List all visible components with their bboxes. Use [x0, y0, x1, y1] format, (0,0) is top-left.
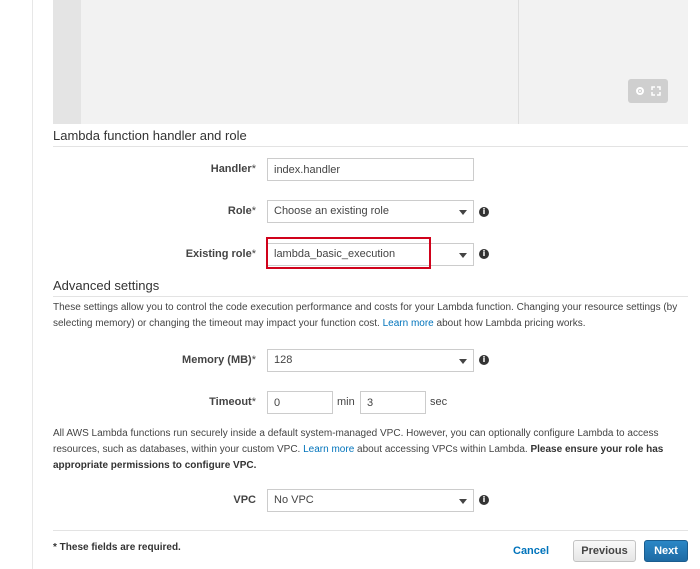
section-divider	[53, 296, 688, 297]
timeout-label: Timeout*	[0, 396, 256, 408]
cancel-button[interactable]: Cancel	[513, 545, 549, 557]
learn-more-pricing-link[interactable]: Learn more	[383, 318, 434, 329]
info-icon[interactable]: i	[479, 355, 489, 365]
vpc-description: All AWS Lambda functions run securely in…	[53, 426, 693, 474]
caret-down-icon	[459, 210, 467, 215]
previous-button[interactable]: Previous	[573, 540, 636, 562]
timeout-label-text: Timeout	[209, 396, 252, 408]
vpc-label: VPC	[233, 494, 256, 506]
existing-role-label: Existing role*	[0, 248, 256, 260]
role-label-text: Role	[227, 205, 252, 217]
memory-label: Memory (MB)*	[0, 354, 256, 366]
memory-select[interactable]: 128	[267, 349, 474, 372]
section-title-handler-role: Lambda function handler and role	[53, 128, 247, 143]
caret-down-icon	[459, 253, 467, 258]
vpc-select-value: No VPC	[274, 494, 314, 506]
required-mark: *	[251, 396, 256, 408]
caret-down-icon	[459, 499, 467, 504]
handler-label: Handler*	[0, 163, 256, 175]
role-select-value: Choose an existing role	[274, 205, 389, 217]
required-mark: *	[251, 354, 256, 366]
learn-more-vpc-link[interactable]: Learn more	[303, 444, 354, 455]
info-icon[interactable]: i	[479, 249, 489, 259]
info-icon[interactable]: i	[479, 207, 489, 217]
timeout-minutes-input[interactable]	[267, 391, 333, 414]
role-label: Role*	[0, 205, 256, 217]
existing-role-label-text: Existing role	[185, 248, 252, 260]
vpc-description-text-end: about accessing VPCs within Lambda.	[354, 444, 531, 455]
next-button[interactable]: Next	[644, 540, 688, 562]
editor-divider	[518, 0, 519, 124]
memory-label-text: Memory (MB)	[182, 354, 252, 366]
section-divider	[53, 146, 688, 147]
timeout-seconds-input[interactable]	[360, 391, 426, 414]
advanced-description: These settings allow you to control the …	[53, 300, 693, 332]
editor-gutter	[53, 0, 81, 124]
role-select[interactable]: Choose an existing role	[267, 200, 474, 223]
left-navigation-rail	[0, 0, 33, 569]
required-mark: *	[251, 163, 256, 175]
expand-icon[interactable]	[651, 86, 661, 96]
advanced-description-text-end: about how Lambda pricing works.	[433, 318, 586, 329]
required-mark: *	[251, 248, 256, 260]
vpc-select[interactable]: No VPC	[267, 489, 474, 512]
required-mark: *	[251, 205, 256, 217]
timeout-sec-unit: sec	[430, 396, 448, 408]
footer-divider	[53, 530, 688, 531]
info-icon[interactable]: i	[479, 495, 489, 505]
highlight-annotation	[266, 237, 431, 269]
code-editor[interactable]	[53, 0, 688, 124]
handler-input[interactable]	[267, 158, 474, 181]
required-fields-note: * These fields are required.	[53, 542, 181, 553]
editor-toolbar	[628, 79, 668, 103]
handler-label-text: Handler	[210, 163, 252, 175]
caret-down-icon	[459, 359, 467, 364]
memory-select-value: 128	[274, 354, 293, 366]
gear-icon[interactable]	[635, 86, 645, 96]
section-title-advanced: Advanced settings	[53, 278, 160, 293]
timeout-min-unit: min	[337, 396, 355, 408]
